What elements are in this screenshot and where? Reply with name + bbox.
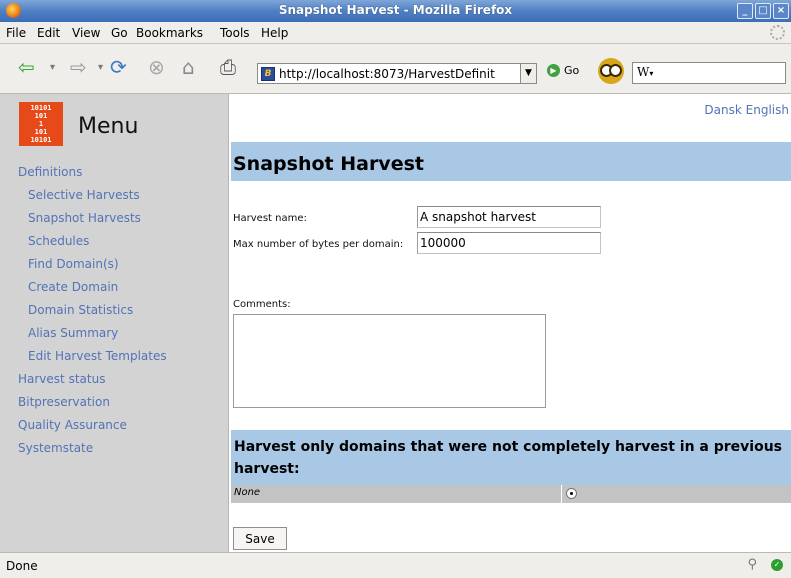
- harvest-name-input[interactable]: [417, 206, 601, 228]
- maximize-button[interactable]: □: [755, 3, 771, 19]
- check-icon: ✓: [771, 559, 783, 571]
- menu-title: Menu: [78, 114, 139, 139]
- forward-arrow-icon[interactable]: ⇨: [70, 54, 87, 80]
- sidebar-item-alias-summary[interactable]: Alias Summary: [0, 322, 229, 345]
- max-bytes-label: Max number of bytes per domain:: [233, 239, 404, 250]
- page-title-bar: Snapshot Harvest: [231, 142, 791, 181]
- sidebar-item-definitions[interactable]: Definitions: [0, 161, 229, 184]
- menu-bar: File Edit View Go Bookmarks Tools Help: [0, 22, 791, 44]
- lang-english-link[interactable]: English: [746, 103, 789, 117]
- navigation-toolbar: ⇦ ▾ ⇨ ▾ ⟳ ⊗ ⌂ ⎙ B ▼ ▶ Go W▾: [0, 44, 791, 94]
- previous-harvest-name: None: [234, 487, 261, 498]
- search-engine-icon: W: [637, 65, 650, 79]
- sidebar-item-domain-statistics[interactable]: Domain Statistics: [0, 299, 229, 322]
- status-bar: Done ⚲ ✓: [0, 552, 791, 578]
- comments-label: Comments:: [233, 299, 291, 310]
- forward-dropdown-icon[interactable]: ▾: [98, 54, 103, 80]
- previous-harvest-section-title: Harvest only domains that were not compl…: [234, 439, 783, 477]
- menu-bookmarks[interactable]: Bookmarks: [136, 26, 203, 40]
- go-button[interactable]: ▶ Go: [547, 64, 579, 77]
- print-icon[interactable]: ⎙: [220, 54, 236, 80]
- go-arrow-icon: ▶: [547, 64, 560, 77]
- menu-go[interactable]: Go: [111, 26, 128, 40]
- sidebar-item-snapshot-harvests[interactable]: Snapshot Harvests: [0, 207, 229, 230]
- url-input[interactable]: [279, 66, 505, 81]
- page-title: Snapshot Harvest: [233, 153, 424, 175]
- sidebar-item-quality-assurance[interactable]: Quality Assurance: [0, 414, 229, 437]
- column-divider: [561, 485, 562, 503]
- table-row: None: [231, 485, 791, 503]
- menu-help[interactable]: Help: [261, 26, 288, 40]
- minimize-button[interactable]: _: [737, 3, 753, 19]
- language-switch: Dansk English: [704, 103, 789, 117]
- owl-extension-icon[interactable]: [598, 58, 624, 84]
- menu-file[interactable]: File: [6, 26, 26, 40]
- harvest-name-label: Harvest name:: [233, 213, 307, 224]
- lang-dansk-link[interactable]: Dansk: [704, 103, 741, 117]
- netarchive-logo: 10101 101 1 101 10101: [19, 102, 63, 146]
- sidebar-item-schedules[interactable]: Schedules: [0, 230, 229, 253]
- reload-icon[interactable]: ⟳: [110, 54, 127, 80]
- throbber-icon: [770, 25, 785, 40]
- main-content: Dansk English Snapshot Harvest Harvest n…: [231, 94, 791, 552]
- sidebar-item-create-domain[interactable]: Create Domain: [0, 276, 229, 299]
- stop-icon[interactable]: ⊗: [148, 54, 165, 80]
- back-dropdown-icon[interactable]: ▾: [50, 54, 55, 80]
- previous-harvest-section-header: Harvest only domains that were not compl…: [231, 430, 791, 485]
- previous-harvest-radio[interactable]: [566, 488, 577, 499]
- window-controls: _ □ ×: [737, 3, 789, 19]
- page-viewport: 10101 101 1 101 10101 Menu Definitions Select…: [0, 94, 791, 552]
- window-title: Snapshot Harvest - Mozilla Firefox: [278, 3, 513, 17]
- security-icon: ⚲: [747, 557, 757, 572]
- sidebar-item-bitpreservation[interactable]: Bitpreservation: [0, 391, 229, 414]
- max-bytes-input[interactable]: [417, 232, 601, 254]
- sidebar-item-edit-harvest-templates[interactable]: Edit Harvest Templates: [0, 345, 229, 368]
- home-icon[interactable]: ⌂: [182, 54, 195, 80]
- menu-edit[interactable]: Edit: [37, 26, 60, 40]
- menu-view[interactable]: View: [72, 26, 100, 40]
- sidebar-item-find-domain-s[interactable]: Find Domain(s): [0, 253, 229, 276]
- go-label: Go: [564, 64, 580, 77]
- search-box[interactable]: W▾: [632, 62, 786, 84]
- sidebar-item-systemstate[interactable]: Systemstate: [0, 437, 229, 460]
- comments-textarea[interactable]: [233, 314, 546, 408]
- save-button[interactable]: Save: [233, 527, 287, 550]
- sidebar: 10101 101 1 101 10101 Menu Definitions Select…: [0, 94, 229, 552]
- url-bar[interactable]: B ▼: [257, 63, 537, 84]
- back-arrow-icon[interactable]: ⇦: [18, 54, 35, 80]
- sidebar-nav: Definitions Selective Harvests Snapshot Ha…: [0, 161, 229, 460]
- url-history-dropdown-icon[interactable]: ▼: [520, 63, 537, 84]
- sidebar-item-harvest-status[interactable]: Harvest status: [0, 368, 229, 391]
- site-favicon-icon: B: [261, 66, 275, 81]
- sidebar-item-selective-harvests[interactable]: Selective Harvests: [0, 184, 229, 207]
- status-text: Done: [6, 559, 38, 573]
- menu-tools[interactable]: Tools: [220, 26, 250, 40]
- close-button[interactable]: ×: [773, 3, 789, 19]
- window-titlebar: Snapshot Harvest - Mozilla Firefox _ □ ×: [0, 0, 791, 22]
